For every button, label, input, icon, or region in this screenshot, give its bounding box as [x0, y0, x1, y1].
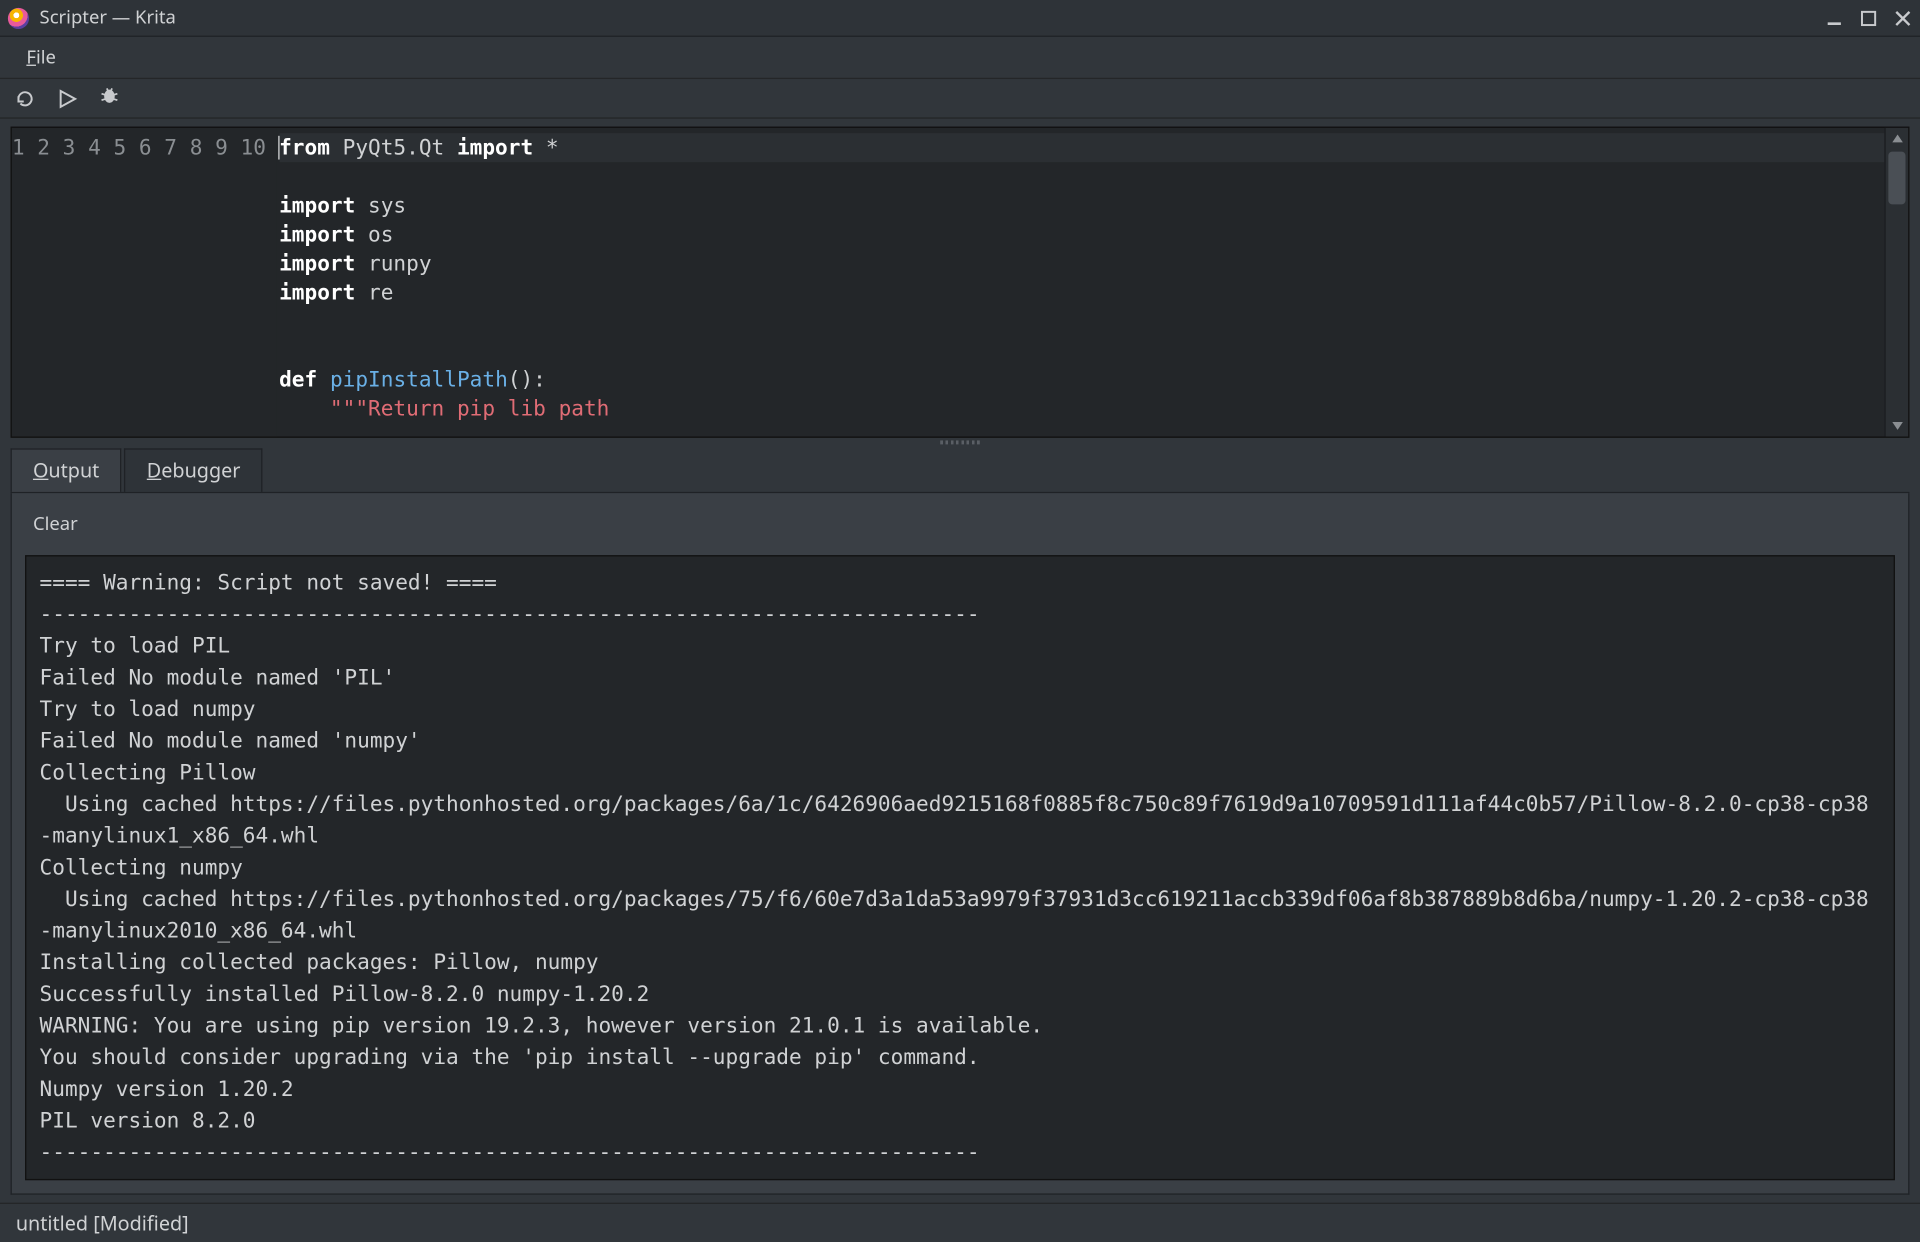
scroll-track[interactable] — [1886, 149, 1908, 415]
bug-icon — [99, 84, 120, 112]
code-editor[interactable]: 1 2 3 4 5 6 7 8 9 10 from PyQt5.Qt impor… — [11, 127, 1910, 438]
toolbar — [0, 79, 1920, 119]
tab-debugger[interactable]: Debugger — [124, 448, 262, 492]
minimize-button[interactable] — [1825, 9, 1843, 27]
line-number-gutter: 1 2 3 4 5 6 7 8 9 10 — [12, 128, 277, 437]
tab-debugger-hotkey: D — [147, 458, 161, 484]
tab-output[interactable]: Output — [11, 448, 122, 492]
output-panel: Clear ==== Warning: Script not saved! ==… — [11, 493, 1910, 1195]
tab-output-hotkey: O — [33, 458, 48, 484]
scroll-thumb[interactable] — [1888, 152, 1905, 205]
tab-debugger-rest: ebugger — [161, 458, 240, 484]
maximize-button[interactable] — [1859, 9, 1877, 27]
debug-button[interactable] — [98, 86, 122, 110]
code-area[interactable]: from PyQt5.Qt import * import sys import… — [276, 128, 1884, 437]
clear-button[interactable]: Clear — [30, 506, 80, 542]
splitter-handle[interactable] — [11, 438, 1910, 446]
bottom-tabs: Output Debugger — [11, 448, 1910, 493]
grip-icon — [940, 440, 980, 444]
window-title: Scripter — Krita — [40, 5, 1825, 30]
menu-file[interactable]: File — [13, 40, 69, 76]
menubar: File — [0, 37, 1920, 79]
window-controls — [1825, 9, 1912, 27]
run-button[interactable] — [55, 86, 79, 110]
output-text[interactable]: ==== Warning: Script not saved! ==== ---… — [25, 555, 1895, 1180]
statusbar: untitled [Modified] — [0, 1203, 1920, 1242]
app-icon — [8, 7, 29, 28]
titlebar: Scripter — Krita — [0, 0, 1920, 37]
menu-file-hotkey: F — [26, 45, 36, 70]
scroll-up-icon[interactable] — [1886, 128, 1908, 149]
status-text: untitled [Modified] — [16, 1210, 189, 1236]
editor-scrollbar[interactable] — [1884, 128, 1908, 437]
reload-button[interactable] — [13, 86, 37, 110]
scroll-down-icon[interactable] — [1886, 415, 1908, 436]
output-toolbar: Clear — [12, 493, 1908, 555]
menu-file-rest: ile — [36, 45, 56, 70]
close-button[interactable] — [1894, 9, 1912, 27]
tab-output-rest: utput — [48, 458, 99, 484]
